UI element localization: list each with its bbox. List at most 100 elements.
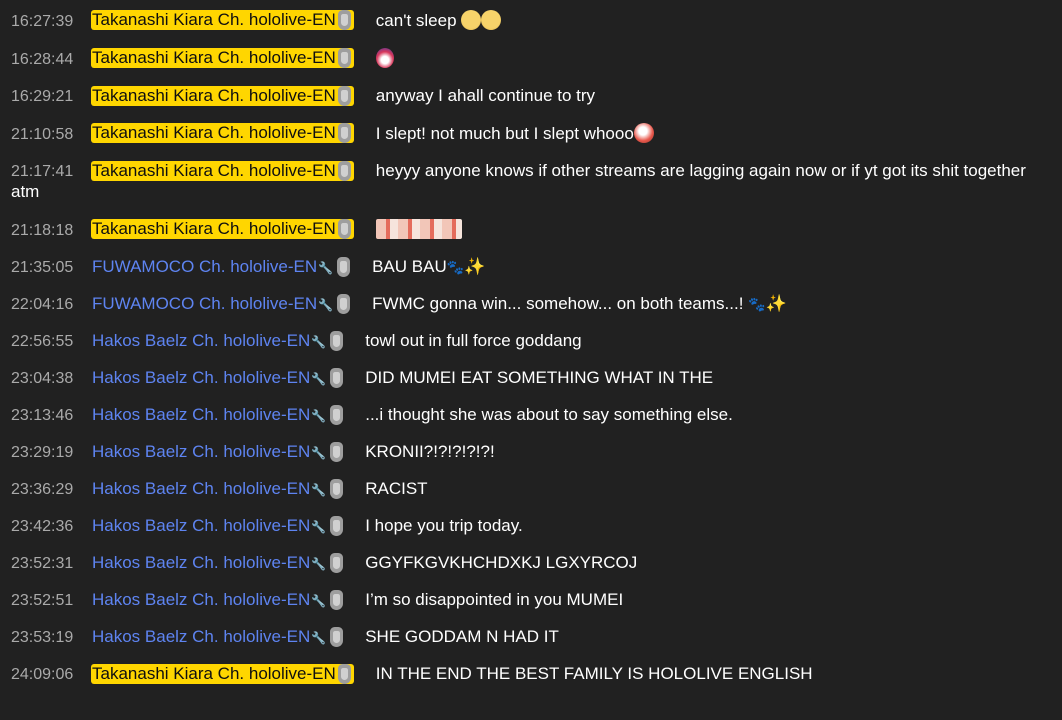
message-text: GGYFKGVKHCHDXKJ LGXYRCOJ	[365, 553, 638, 572]
chat-message: 23:13:46 Hakos Baelz Ch. hololive-EN🔧 ...i…	[0, 397, 1062, 434]
chat-message: 23:04:38 Hakos Baelz Ch. hololive-EN🔧 DID …	[0, 360, 1062, 397]
member-badge-icon	[337, 10, 351, 30]
member-badge-icon	[330, 442, 344, 462]
member-badge-icon	[337, 664, 351, 684]
author-name-text: Takanashi Kiara Ch. hololive-EN	[92, 664, 336, 683]
chat-message: 23:52:31 Hakos Baelz Ch. hololive-EN🔧 GGYF…	[0, 545, 1062, 582]
message-text: FWMC gonna win... somehow... on both tea…	[372, 294, 787, 313]
chat-message: 21:18:18 Takanashi Kiara Ch. hololive-EN	[0, 211, 1062, 249]
member-badge-icon	[337, 219, 351, 239]
wrench-icon: 🔧	[318, 298, 334, 312]
author-name-text: Takanashi Kiara Ch. hololive-EN	[92, 10, 336, 29]
party-emote	[375, 48, 394, 68]
message-text: I hope you trip today.	[365, 516, 523, 535]
author-name-owner[interactable]: Takanashi Kiara Ch. hololive-EN	[91, 86, 354, 106]
wrench-icon: 🔧	[311, 483, 327, 497]
message-timestamp: 22:04:16	[11, 296, 74, 313]
message-timestamp: 21:35:05	[11, 259, 74, 276]
message-timestamp: 23:52:31	[11, 555, 74, 572]
message-text: KRONII?!?!?!?!?!	[365, 442, 495, 461]
member-badge-icon	[330, 516, 344, 536]
author-name-owner[interactable]: Takanashi Kiara Ch. hololive-EN	[91, 161, 354, 181]
paw-emoji: 🐾	[748, 296, 766, 312]
author-name-moderator[interactable]: Hakos Baelz Ch. hololive-EN🔧	[92, 405, 344, 426]
chat-message: 21:17:41 Takanashi Kiara Ch. hololive-EN h…	[0, 153, 1062, 211]
member-badge-icon	[330, 590, 344, 610]
message-timestamp: 16:28:44	[11, 51, 74, 68]
author-name-owner[interactable]: Takanashi Kiara Ch. hololive-EN	[91, 219, 354, 239]
sparkles-emoji: ✨	[464, 257, 486, 276]
chat-message: 23:36:29 Hakos Baelz Ch. hololive-EN🔧 RACI…	[0, 471, 1062, 508]
message-body: can't sleep	[375, 11, 457, 30]
author-name-text: FUWAMOCO Ch. hololive-EN	[92, 257, 318, 276]
chat-replay-list: 16:27:39 Takanashi Kiara Ch. hololive-EN c…	[0, 2, 1062, 693]
author-name-moderator[interactable]: FUWAMOCO Ch. hololive-EN🔧	[92, 257, 351, 278]
author-name-text: Takanashi Kiara Ch. hololive-EN	[92, 123, 336, 142]
sad-face-emote	[481, 10, 502, 30]
author-name-text: FUWAMOCO Ch. hololive-EN	[92, 294, 318, 313]
message-body: I slept! not much but I slept whooo	[375, 124, 634, 143]
chat-message: 16:28:44 Takanashi Kiara Ch. hololive-EN	[0, 40, 1062, 78]
chat-message: 16:29:21 Takanashi Kiara Ch. hololive-EN a…	[0, 78, 1062, 115]
message-timestamp: 23:42:36	[11, 518, 74, 535]
message-timestamp: 23:13:46	[11, 407, 74, 424]
author-name-moderator[interactable]: Hakos Baelz Ch. hololive-EN🔧	[92, 368, 344, 389]
message-text: RACIST	[365, 479, 428, 498]
author-name-moderator[interactable]: Hakos Baelz Ch. hololive-EN🔧	[92, 331, 344, 352]
author-name-text: Hakos Baelz Ch. hololive-EN	[92, 590, 311, 609]
author-name-moderator[interactable]: Hakos Baelz Ch. hololive-EN🔧	[92, 627, 344, 648]
author-name-moderator[interactable]: FUWAMOCO Ch. hololive-EN🔧	[92, 294, 351, 315]
wrench-icon: 🔧	[311, 372, 327, 386]
author-name-owner[interactable]: Takanashi Kiara Ch. hololive-EN	[91, 664, 354, 684]
author-name-owner[interactable]: Takanashi Kiara Ch. hololive-EN	[91, 10, 354, 30]
author-name-text: Hakos Baelz Ch. hololive-EN	[92, 405, 311, 424]
kiara-emote	[633, 123, 654, 143]
message-timestamp: 21:17:41	[11, 163, 74, 180]
member-badge-icon	[337, 123, 351, 143]
message-text: anyway I ahall continue to try	[376, 86, 595, 105]
message-text: SHE GODDAM N HAD IT	[365, 627, 559, 646]
author-name-moderator[interactable]: Hakos Baelz Ch. hololive-EN🔧	[92, 479, 344, 500]
author-name-text: Hakos Baelz Ch. hololive-EN	[92, 331, 311, 350]
chat-message: 23:53:19 Hakos Baelz Ch. hololive-EN🔧 SHE …	[0, 619, 1062, 656]
author-name-text: Hakos Baelz Ch. hololive-EN	[92, 479, 311, 498]
message-text: DID MUMEI EAT SOMETHING WHAT IN THE	[365, 368, 714, 387]
message-timestamp: 16:29:21	[11, 88, 74, 105]
message-text	[375, 48, 394, 68]
member-badge-icon	[330, 331, 344, 351]
wrench-icon: 🔧	[318, 261, 334, 275]
author-name-text: Hakos Baelz Ch. hololive-EN	[92, 368, 311, 387]
chat-message: 22:04:16 FUWAMOCO Ch. hololive-EN🔧 FWMC go…	[0, 286, 1062, 323]
sad-face-emote	[461, 10, 482, 30]
message-timestamp: 23:52:51	[11, 592, 74, 609]
sparkles-emoji: ✨	[765, 294, 787, 313]
wrench-icon: 🔧	[311, 557, 327, 571]
author-name-owner[interactable]: Takanashi Kiara Ch. hololive-EN	[91, 123, 354, 143]
message-text: ...i thought she was about to say someth…	[365, 405, 733, 424]
author-name-moderator[interactable]: Hakos Baelz Ch. hololive-EN🔧	[92, 553, 344, 574]
author-name-text: Takanashi Kiara Ch. hololive-EN	[92, 48, 336, 67]
message-body: FWMC gonna win... somehow... on both tea…	[372, 294, 749, 313]
message-text: I’m so disappointed in you MUMEI	[365, 590, 624, 609]
message-timestamp: 24:09:06	[11, 666, 74, 683]
message-body: anyway I ahall continue to try	[375, 86, 596, 105]
member-badge-icon	[337, 161, 351, 181]
message-timestamp: 21:10:58	[11, 126, 74, 143]
message-timestamp: 23:36:29	[11, 481, 74, 498]
author-name-moderator[interactable]: Hakos Baelz Ch. hololive-EN🔧	[92, 442, 344, 463]
member-badge-icon	[330, 553, 344, 573]
author-name-text: Hakos Baelz Ch. hololive-EN	[92, 516, 311, 535]
author-name-moderator[interactable]: Hakos Baelz Ch. hololive-EN🔧	[92, 590, 344, 611]
author-name-text: Hakos Baelz Ch. hololive-EN	[92, 553, 311, 572]
author-name-owner[interactable]: Takanashi Kiara Ch. hololive-EN	[91, 48, 354, 68]
wrench-icon: 🔧	[311, 409, 327, 423]
author-name-moderator[interactable]: Hakos Baelz Ch. hololive-EN🔧	[92, 516, 344, 537]
message-timestamp: 23:04:38	[11, 370, 74, 387]
author-name-text: Hakos Baelz Ch. hololive-EN	[92, 627, 311, 646]
member-badge-icon	[337, 294, 351, 314]
message-text: can't sleep	[375, 10, 502, 30]
message-text: I slept! not much but I slept whooo	[375, 123, 654, 143]
chat-message: 21:10:58 Takanashi Kiara Ch. hololive-EN I…	[0, 115, 1062, 153]
member-badge-icon	[330, 405, 344, 425]
wrench-icon: 🔧	[311, 446, 327, 460]
